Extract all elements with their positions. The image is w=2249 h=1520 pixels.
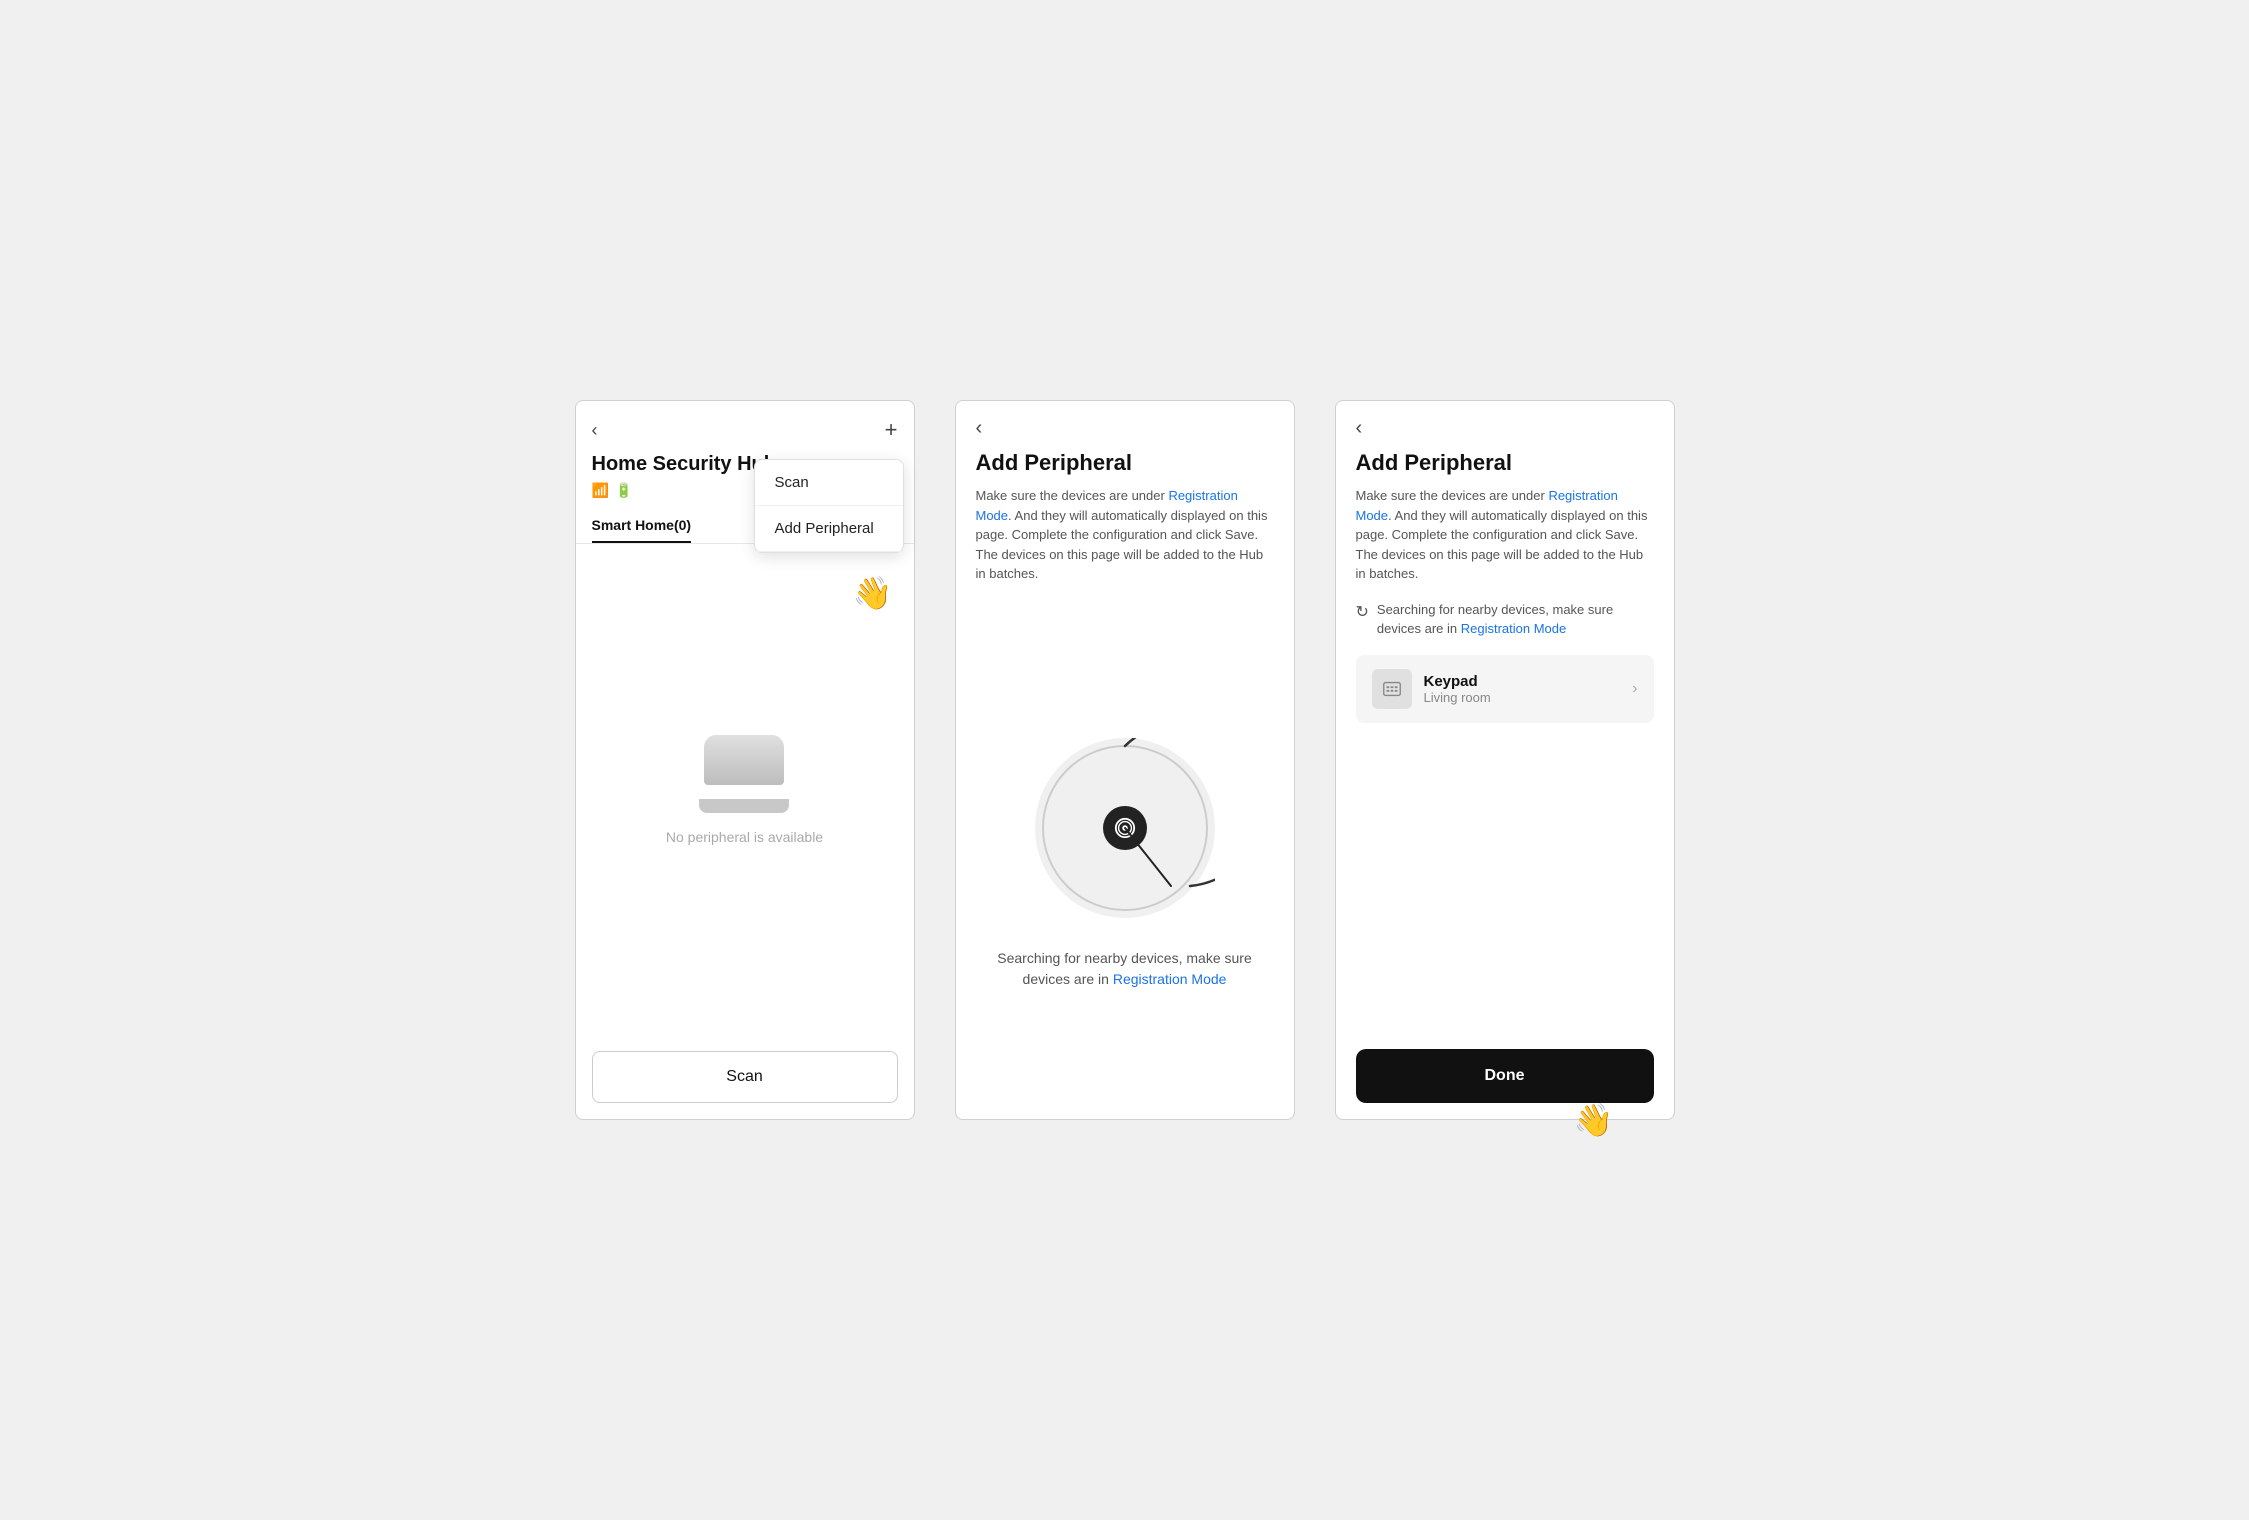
cursor-hand-done: 👋 <box>1574 1101 1614 1139</box>
searching-inline: ↻ Searching for nearby devices, make sur… <box>1336 600 1674 639</box>
screen1-nav: ‹ + <box>592 417 898 443</box>
dropdown-menu: Scan Add Peripheral 👋 <box>754 459 904 553</box>
screen1-footer: Scan <box>576 1035 914 1119</box>
done-button[interactable]: Done <box>1356 1049 1654 1103</box>
tab-smart-home[interactable]: Smart Home(0) <box>592 509 692 543</box>
screen2-desc: Make sure the devices are under Registra… <box>976 486 1274 584</box>
screen2-header: ‹ Add Peripheral Make sure the devices a… <box>956 401 1294 600</box>
scan-button[interactable]: Scan <box>592 1051 898 1103</box>
screen-3: ‹ Add Peripheral Make sure the devices a… <box>1335 400 1675 1120</box>
device-name: Keypad <box>1424 673 1621 690</box>
hub-device-icon <box>704 735 784 785</box>
no-peripheral-text: No peripheral is available <box>666 829 823 845</box>
battery-icon: 🔋 <box>615 482 632 499</box>
device-info: Keypad Living room <box>1424 673 1621 705</box>
screens-container: ‹ + Home Security Hub › 📶 🔋 Smart Home(0… <box>575 400 1675 1120</box>
device-room: Living room <box>1424 690 1621 705</box>
device-chevron-icon: › <box>1632 680 1637 698</box>
screen-1: ‹ + Home Security Hub › 📶 🔋 Smart Home(0… <box>575 400 915 1120</box>
screen3-desc: Make sure the devices are under Registra… <box>1356 486 1654 584</box>
wifi-icon: 📶 <box>592 482 609 499</box>
screen3-header: ‹ Add Peripheral Make sure the devices a… <box>1336 401 1674 600</box>
screen3-title: Add Peripheral <box>1356 450 1654 476</box>
screen2-search-link[interactable]: Registration Mode <box>1113 971 1227 987</box>
screen1-title: Home Security Hub <box>592 453 776 476</box>
back-button-screen3[interactable]: ‹ <box>1356 417 1654 440</box>
back-button-screen2[interactable]: ‹ <box>976 417 1274 440</box>
scan-needle-svg <box>1035 738 1215 918</box>
screen2-title: Add Peripheral <box>976 450 1274 476</box>
hub-device-base <box>699 799 789 813</box>
screen2-searching-text: Searching for nearby devices, make sure … <box>976 948 1274 990</box>
device-list-item-keypad[interactable]: Keypad Living room › <box>1356 655 1654 723</box>
dropdown-item-add-peripheral[interactable]: Add Peripheral <box>755 506 903 552</box>
scanning-area: Searching for nearby devices, make sure … <box>956 600 1294 1120</box>
keypad-icon <box>1372 669 1412 709</box>
screen3-footer: Done 👋 <box>1336 1033 1674 1119</box>
dropdown-item-scan[interactable]: Scan <box>755 460 903 506</box>
screen3-search-link[interactable]: Registration Mode <box>1461 621 1567 636</box>
scan-circle <box>1035 738 1215 918</box>
screen1-body: No peripheral is available <box>576 544 914 1035</box>
screen-2: ‹ Add Peripheral Make sure the devices a… <box>955 400 1295 1120</box>
back-button-screen1[interactable]: ‹ <box>592 420 598 441</box>
plus-button-screen1[interactable]: + <box>885 417 898 443</box>
spin-icon: ↻ <box>1356 601 1369 625</box>
